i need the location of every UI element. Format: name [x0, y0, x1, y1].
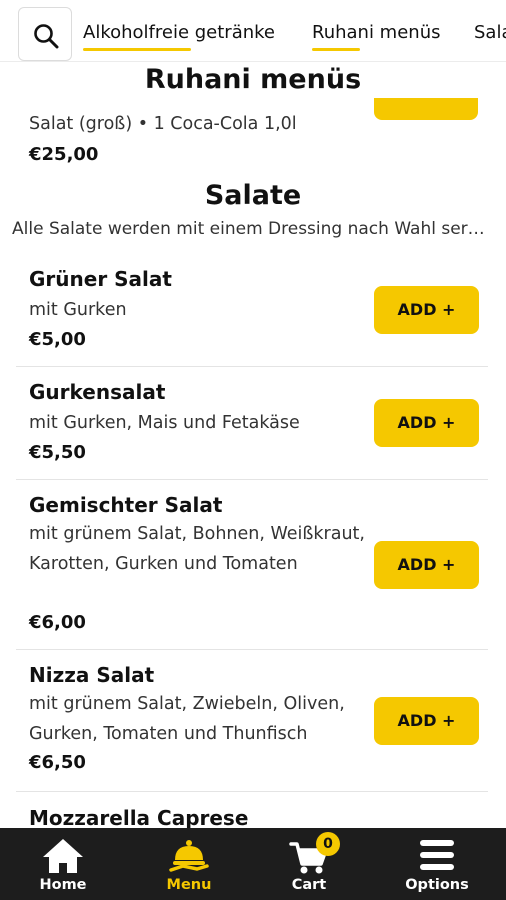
- item-price: €6,50: [29, 752, 86, 773]
- add-button[interactable]: ADD +: [374, 286, 479, 334]
- item-name: Nizza Salat: [29, 663, 155, 687]
- item-description: mit Gurken: [29, 300, 127, 320]
- cart-count-badge: 0: [316, 832, 340, 856]
- tab-alkoholfreie-getraenke[interactable]: Alkoholfreie getränke: [83, 22, 275, 51]
- add-button[interactable]: ADD +: [374, 399, 479, 447]
- add-button[interactable]: ADD +: [374, 541, 479, 589]
- hamburger-icon: [420, 840, 454, 870]
- nav-cart[interactable]: 0 Cart: [246, 828, 372, 900]
- section-title-salate: Salate: [204, 180, 302, 211]
- tab-ruhani-menues[interactable]: Ruhani menüs: [312, 22, 440, 51]
- search-icon: [34, 24, 59, 49]
- nav-home[interactable]: Home: [0, 828, 126, 900]
- item-name: Gurkensalat: [29, 380, 166, 404]
- home-icon: [43, 839, 83, 873]
- item-description: mit Gurken, Mais und Fetakäse: [29, 413, 300, 433]
- tab-salate[interactable]: Salate: [474, 22, 506, 43]
- menu-item: Mozzarella Caprese: [16, 792, 488, 828]
- nav-menu[interactable]: Menu: [126, 828, 252, 900]
- item-price: €25,00: [29, 144, 99, 165]
- menu-content[interactable]: Ruhani menüs Salat (groß) • 1 Coca-Cola …: [0, 62, 506, 828]
- nav-label: Home: [39, 877, 87, 893]
- item-description: Salat (groß) • 1 Coca-Cola 1,0l: [29, 114, 297, 134]
- section-subtitle: Alle Salate werden mit einem Dressing na…: [12, 219, 494, 239]
- item-name: Gemischter Salat: [29, 493, 223, 517]
- item-price: €5,50: [29, 442, 86, 463]
- item-price: €5,00: [29, 329, 86, 350]
- item-name: Mozzarella Caprese: [29, 806, 249, 828]
- item-name: Grüner Salat: [29, 267, 172, 291]
- add-button[interactable]: ADD +: [374, 697, 479, 745]
- menu-item: Nizza Salat mit grünem Salat, Zwiebeln, …: [16, 650, 488, 792]
- category-bar: Alkoholfreie getränke Ruhani menüs Salat…: [0, 0, 506, 62]
- item-description: mit grünem Salat, Zwiebeln, Oliven, Gurk…: [29, 694, 345, 744]
- menu-item: Gemischter Salat mit grünem Salat, Bohne…: [16, 480, 488, 650]
- nav-label: Cart: [291, 877, 327, 893]
- nav-label: Options: [405, 877, 469, 893]
- tab-underline: [83, 48, 191, 51]
- menu-item: Gurkensalat mit Gurken, Mais und Fetakäs…: [16, 367, 488, 480]
- tab-underline: [312, 48, 360, 51]
- item-price: €6,00: [29, 612, 86, 633]
- nav-options[interactable]: Options: [374, 828, 500, 900]
- search-button[interactable]: [18, 7, 72, 61]
- menu-icon: [169, 840, 209, 872]
- nav-label: Menu: [166, 877, 212, 893]
- bottom-navigation: Home Menu 0 Cart Options: [0, 828, 506, 900]
- add-button-partial[interactable]: [374, 98, 478, 120]
- section-title-ruhani: Ruhani menüs: [144, 64, 362, 95]
- menu-item: Grüner Salat mit Gurken €5,00 ADD +: [16, 252, 488, 367]
- item-description: mit grünem Salat, Bohnen, Weißkraut, Kar…: [29, 524, 365, 574]
